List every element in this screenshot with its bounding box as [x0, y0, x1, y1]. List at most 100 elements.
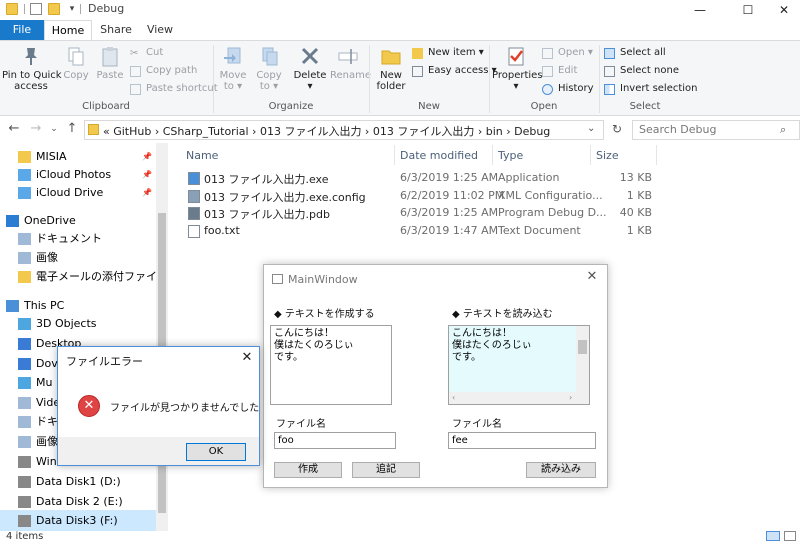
- nav-item[interactable]: Data Disk3 (F:): [0, 510, 156, 531]
- pin-icon: [20, 45, 42, 67]
- file-icon: [188, 224, 200, 238]
- recent-chevron-icon[interactable]: ⌄: [46, 121, 62, 137]
- copy-icon: [65, 45, 87, 67]
- delete-button[interactable]: Delete ▾: [290, 45, 330, 92]
- file-row[interactable]: 013 ファイル入出力.pdb 6/3/2019 1:25 AM Program D…: [184, 205, 664, 222]
- tab-share[interactable]: Share: [96, 20, 136, 40]
- details-view-icon[interactable]: [766, 531, 780, 541]
- paste-shortcut-button[interactable]: Paste shortcut: [128, 81, 218, 97]
- address-dropdown-icon[interactable]: ⌄: [587, 123, 595, 134]
- read-filename-input[interactable]: fee: [448, 432, 596, 449]
- column-header-date[interactable]: Date modified: [400, 149, 478, 162]
- pin-icon[interactable]: 📌: [142, 182, 152, 204]
- search-input[interactable]: Search Debug: [632, 120, 800, 140]
- select-all-button[interactable]: Select all: [602, 45, 666, 61]
- new-item-label: New item ▾: [428, 47, 484, 58]
- nav-item[interactable]: iCloud Drive 📌: [0, 182, 156, 204]
- pin-to-quick-access-button[interactable]: Pin to Quick access: [2, 45, 62, 92]
- open-label: Open ▾: [558, 47, 593, 58]
- create-text-area[interactable]: こんにちは！ 僕はたくのろじぃ です。: [270, 325, 392, 405]
- folder-icon: [6, 3, 18, 15]
- nav-item[interactable]: Data Disk1 (D:): [0, 471, 156, 493]
- search-icon: ⌕: [780, 123, 787, 136]
- forward-arrow-icon[interactable]: →: [28, 121, 44, 137]
- invert-selection-label: Invert selection: [620, 83, 698, 94]
- nav-item-label: iCloud Drive: [36, 186, 104, 199]
- create-button[interactable]: 作成: [274, 462, 342, 478]
- nav-scrollbar[interactable]: [156, 143, 168, 531]
- folder-icon: [88, 124, 99, 135]
- address-bar[interactable]: « GitHub › CSharp_Tutorial › 013 ファイル入出力…: [84, 120, 604, 140]
- cut-button[interactable]: ✂ Cut: [128, 45, 163, 61]
- item-count: 4 items: [6, 531, 44, 542]
- nav-item[interactable]: 電子メールの添付ファイル: [0, 266, 168, 288]
- nav-item-icon: [18, 416, 31, 428]
- file-row[interactable]: 013 ファイル入出力.exe 6/3/2019 1:25 AM Applicati…: [184, 170, 664, 187]
- app-window-icon: [272, 274, 283, 284]
- invert-selection-button[interactable]: Invert selection: [602, 81, 698, 97]
- edit-button[interactable]: Edit: [540, 63, 577, 79]
- copy-path-button[interactable]: Copy path: [128, 63, 197, 79]
- read-button[interactable]: 読み込み: [526, 462, 596, 478]
- properties-icon[interactable]: [30, 3, 42, 15]
- history-button[interactable]: History: [540, 81, 594, 97]
- file-name: 013 ファイル入出力.exe: [204, 173, 329, 186]
- nav-item-icon: [18, 358, 31, 370]
- nav-item-icon: [18, 271, 31, 283]
- refresh-icon[interactable]: ↻: [608, 122, 626, 138]
- scroll-right-icon[interactable]: ›: [569, 392, 572, 404]
- file-type: Text Document: [498, 223, 581, 237]
- nav-item[interactable]: 3D Objects: [0, 313, 156, 335]
- ok-button[interactable]: OK: [186, 443, 246, 461]
- scissors-icon: ✂: [130, 48, 139, 59]
- move-to-button[interactable]: Move to ▾: [216, 45, 250, 92]
- tab-view[interactable]: View: [140, 20, 180, 40]
- select-none-button[interactable]: Select none: [602, 63, 679, 79]
- maximize-button[interactable]: ☐: [728, 0, 768, 20]
- file-row[interactable]: foo.txt 6/3/2019 1:47 AM Text Document 1 KB: [184, 223, 664, 240]
- properties-button[interactable]: Properties ▾: [492, 45, 543, 92]
- up-arrow-icon[interactable]: ↑: [64, 121, 80, 137]
- error-dialog-close-button[interactable]: ✕: [238, 350, 256, 365]
- customize-qa-icon[interactable]: ▾: [66, 3, 78, 15]
- copy-path-icon: [130, 66, 141, 77]
- error-dialog-title: ファイルエラー: [66, 355, 143, 368]
- tab-file[interactable]: File: [0, 20, 44, 40]
- new-folder-button[interactable]: New folder: [372, 45, 410, 92]
- new-item-button[interactable]: New item ▾: [410, 45, 484, 61]
- rename-button[interactable]: Rename: [330, 45, 371, 81]
- append-button[interactable]: 追記: [352, 462, 420, 478]
- column-divider: [492, 145, 493, 165]
- open-button[interactable]: Open ▾: [540, 45, 593, 61]
- breadcrumb[interactable]: « GitHub › CSharp_Tutorial › 013 ファイル入出力…: [103, 123, 550, 139]
- column-header-size[interactable]: Size: [596, 149, 619, 162]
- read-text-vscroll-thumb[interactable]: [578, 340, 587, 354]
- minimize-button[interactable]: —: [680, 0, 720, 20]
- scroll-left-icon[interactable]: ‹: [452, 392, 455, 404]
- copy-to-button[interactable]: Copy to ▾: [252, 45, 286, 92]
- large-icons-view-icon[interactable]: [784, 531, 796, 541]
- read-text-hscrollbar[interactable]: ‹ ›: [449, 392, 589, 404]
- back-arrow-icon[interactable]: ←: [6, 121, 22, 137]
- new-folder-icon[interactable]: [48, 3, 60, 15]
- nav-item-icon: [6, 300, 19, 312]
- paste-button[interactable]: Paste: [94, 45, 126, 81]
- column-header-type[interactable]: Type: [498, 149, 523, 162]
- paste-icon: [99, 45, 121, 67]
- read-text-vscrollbar[interactable]: [576, 326, 589, 392]
- copy-button[interactable]: Copy: [60, 45, 92, 81]
- edit-icon: [542, 66, 553, 77]
- history-label: History: [558, 83, 594, 94]
- file-explorer-window: ▾ Debug — ☐ ✕ File Home Share View Pin t…: [0, 0, 800, 543]
- easy-access-button[interactable]: Easy access ▾: [410, 63, 497, 79]
- error-dialog-footer: OK: [58, 437, 259, 465]
- tab-home[interactable]: Home: [44, 20, 92, 40]
- nav-item-icon: [18, 151, 31, 163]
- file-row[interactable]: 013 ファイル入出力.exe.config 6/2/2019 11:02 PM X…: [184, 188, 664, 205]
- close-button[interactable]: ✕: [764, 0, 800, 20]
- create-filename-input[interactable]: foo: [274, 432, 396, 449]
- column-header-name[interactable]: Name: [186, 149, 218, 162]
- main-window-close-button[interactable]: ✕: [582, 269, 602, 284]
- navigation-pane: MISIA 📌 iCloud Photos 📌 iCloud Drive 📌 OneDriv…: [0, 143, 168, 531]
- open-group-label: Open: [530, 101, 558, 112]
